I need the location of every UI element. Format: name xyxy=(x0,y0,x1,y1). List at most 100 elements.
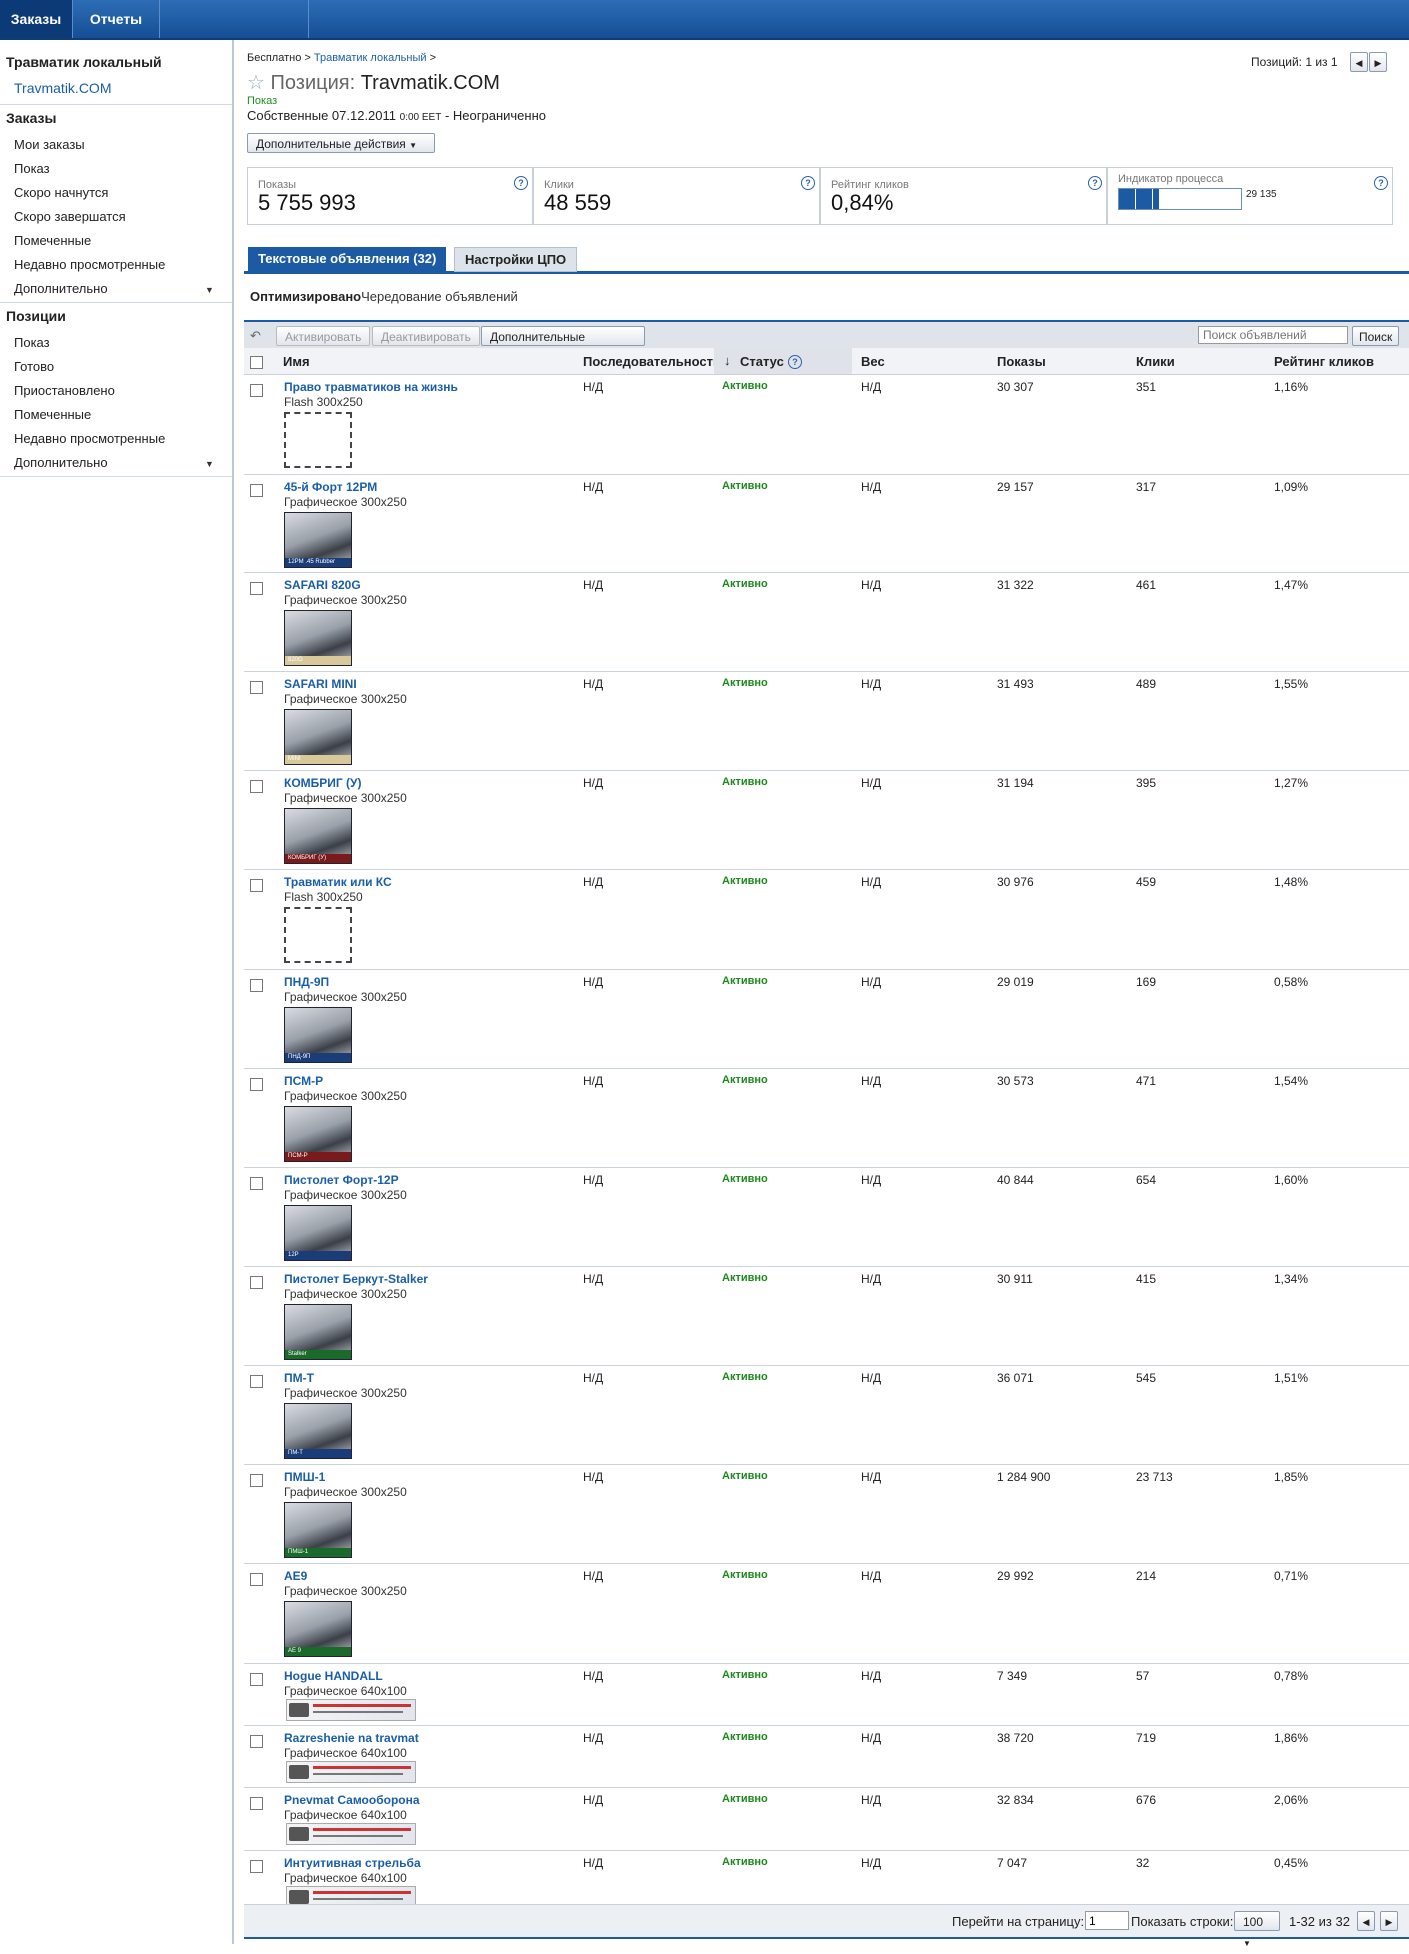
ad-status[interactable]: Активно xyxy=(722,677,768,689)
ad-image-thumbnail[interactable]: 12PM .45 Rubber xyxy=(284,512,352,568)
ad-status[interactable]: Активно xyxy=(722,1371,768,1383)
sidebar-item-ending-soon[interactable]: Скоро завершатся xyxy=(14,209,126,224)
ad-name-link[interactable]: Razreshenie na travmat xyxy=(284,1731,419,1745)
ad-image-thumbnail[interactable]: MINI xyxy=(284,709,352,765)
help-icon[interactable]: ? xyxy=(788,355,802,369)
ad-name-link[interactable]: Hogue HANDALL xyxy=(284,1669,383,1683)
row-checkbox[interactable] xyxy=(250,1860,263,1873)
nav-tab-orders[interactable]: Заказы xyxy=(0,0,73,38)
activate-button[interactable]: Активировать xyxy=(276,326,371,346)
rows-per-page-select[interactable]: 100 ▼ xyxy=(1234,1911,1280,1948)
ad-status[interactable]: Активно xyxy=(722,1272,768,1284)
column-header-weight[interactable]: Вес xyxy=(861,354,885,369)
ad-banner-thumbnail[interactable] xyxy=(286,1823,416,1845)
column-header-status-cell[interactable]: ↓ Статус ? xyxy=(714,348,852,374)
ad-name-link[interactable]: SAFARI MINI xyxy=(284,677,357,691)
ad-status[interactable]: Активно xyxy=(722,578,768,590)
ad-name-link[interactable]: 45-й Форт 12РМ xyxy=(284,480,377,494)
ad-image-thumbnail[interactable]: Stalker xyxy=(284,1304,352,1360)
column-header-impressions[interactable]: Показы xyxy=(997,354,1046,369)
row-checkbox[interactable] xyxy=(250,681,263,694)
select-all-checkbox[interactable] xyxy=(250,356,263,369)
flash-placeholder[interactable] xyxy=(284,907,352,963)
ad-name-link[interactable]: ПСМ-Р xyxy=(284,1074,323,1088)
row-checkbox[interactable] xyxy=(250,1797,263,1810)
ad-status[interactable]: Активно xyxy=(722,1470,768,1482)
ad-status[interactable]: Активно xyxy=(722,875,768,887)
ad-name-link[interactable]: ПМШ-1 xyxy=(284,1470,325,1484)
ad-name-link[interactable]: SAFARI 820G xyxy=(284,578,361,592)
ad-name-link[interactable]: Травматик или КС xyxy=(284,875,392,889)
row-checkbox[interactable] xyxy=(250,582,263,595)
ad-status[interactable]: Активно xyxy=(722,776,768,788)
ad-status[interactable]: Активно xyxy=(722,1731,768,1743)
ad-image-thumbnail[interactable]: 820G xyxy=(284,610,352,666)
more-actions-button[interactable]: Дополнительные действия ▼ xyxy=(247,133,435,153)
sidebar-item-orders-flagged[interactable]: Помеченные xyxy=(14,233,91,248)
ad-image-thumbnail[interactable]: ПМ-Т xyxy=(284,1403,352,1459)
row-checkbox[interactable] xyxy=(250,780,263,793)
sidebar-item-starting-soon[interactable]: Скоро начнутся xyxy=(14,185,108,200)
nav-tab-reports[interactable]: Отчеты xyxy=(73,0,160,38)
ad-search-input[interactable] xyxy=(1198,326,1348,344)
ad-status[interactable]: Активно xyxy=(722,380,768,392)
sidebar-item-positions-recent[interactable]: Недавно просмотренные xyxy=(14,431,165,446)
sidebar-item-positions-flagged[interactable]: Помеченные xyxy=(14,407,91,422)
help-icon[interactable]: ? xyxy=(1374,176,1388,190)
ad-name-link[interactable]: Пистолет Форт-12Р xyxy=(284,1173,399,1187)
row-checkbox[interactable] xyxy=(250,484,263,497)
row-checkbox[interactable] xyxy=(250,879,263,892)
sidebar-item-orders-showing[interactable]: Показ xyxy=(14,161,50,176)
tab-text-ads[interactable]: Текстовые объявления (32) xyxy=(248,247,447,271)
chevron-down-icon[interactable]: ▼ xyxy=(205,285,214,295)
goto-page-input[interactable] xyxy=(1085,1911,1129,1930)
ad-status[interactable]: Активно xyxy=(722,1569,768,1581)
ad-status[interactable]: Активно xyxy=(722,480,768,492)
sidebar-item-positions-paused[interactable]: Приостановлено xyxy=(14,383,115,398)
sidebar-item-orders-more[interactable]: Дополнительно xyxy=(14,281,108,296)
ad-image-thumbnail[interactable]: AE 9 xyxy=(284,1601,352,1657)
ad-name-link[interactable]: Право травматиков на жизнь xyxy=(284,380,458,394)
ad-status[interactable]: Активно xyxy=(722,1856,768,1868)
column-header-ctr[interactable]: Рейтинг кликов xyxy=(1274,354,1374,369)
sidebar-item-orders-recent[interactable]: Недавно просмотренные xyxy=(14,257,165,272)
ad-image-thumbnail[interactable]: ПНД-9П xyxy=(284,1007,352,1063)
ad-status[interactable]: Активно xyxy=(722,1074,768,1086)
tab-cpo-settings[interactable]: Настройки ЦПО xyxy=(454,247,578,272)
ad-name-link[interactable]: ПМ-Т xyxy=(284,1371,314,1385)
help-icon[interactable]: ? xyxy=(801,176,815,190)
column-header-sequence[interactable]: Последовательность xyxy=(583,354,721,369)
ad-status[interactable]: Активно xyxy=(722,1669,768,1681)
sidebar-account-link[interactable]: Travmatik.COM xyxy=(14,80,111,96)
sidebar-item-positions-showing[interactable]: Показ xyxy=(14,335,50,350)
row-checkbox[interactable] xyxy=(250,1177,263,1190)
ad-name-link[interactable]: AE9 xyxy=(284,1569,307,1583)
ad-banner-thumbnail[interactable] xyxy=(286,1699,416,1721)
ad-status[interactable]: Активно xyxy=(722,1793,768,1805)
undo-icon[interactable]: ↶ xyxy=(250,328,261,344)
row-checkbox[interactable] xyxy=(250,1375,263,1388)
ad-status[interactable]: Активно xyxy=(722,1173,768,1185)
star-icon[interactable]: ☆ xyxy=(247,72,265,94)
row-checkbox[interactable] xyxy=(250,1474,263,1487)
ad-banner-thumbnail[interactable] xyxy=(286,1761,416,1783)
next-page-button[interactable]: ▶ xyxy=(1380,1911,1398,1931)
sidebar-item-positions-more[interactable]: Дополнительно xyxy=(14,455,108,470)
ad-name-link[interactable]: Интуитивная стрельба xyxy=(284,1856,421,1870)
ad-image-thumbnail[interactable]: ПМШ-1 xyxy=(284,1502,352,1558)
ad-name-link[interactable]: Pnevmat Самооборона xyxy=(284,1793,420,1807)
help-icon[interactable]: ? xyxy=(1088,176,1102,190)
column-header-name[interactable]: Имя xyxy=(283,354,310,369)
prev-position-button[interactable]: ◀ xyxy=(1350,52,1368,72)
prev-page-button[interactable]: ◀ xyxy=(1357,1911,1375,1931)
ad-status[interactable]: Активно xyxy=(722,975,768,987)
ad-name-link[interactable]: Пистолет Беркут-Stalker xyxy=(284,1272,428,1286)
row-checkbox[interactable] xyxy=(250,979,263,992)
row-checkbox[interactable] xyxy=(250,1735,263,1748)
toolbar-more-actions-button[interactable]: Дополнительные действия ▼ xyxy=(481,326,645,364)
ad-image-thumbnail[interactable]: КОМБРИГ (У) xyxy=(284,808,352,864)
ad-image-thumbnail[interactable]: 12P xyxy=(284,1205,352,1261)
help-icon[interactable]: ? xyxy=(514,176,528,190)
deactivate-button[interactable]: Деактивировать xyxy=(372,326,480,346)
chevron-down-icon[interactable]: ▼ xyxy=(205,459,214,469)
